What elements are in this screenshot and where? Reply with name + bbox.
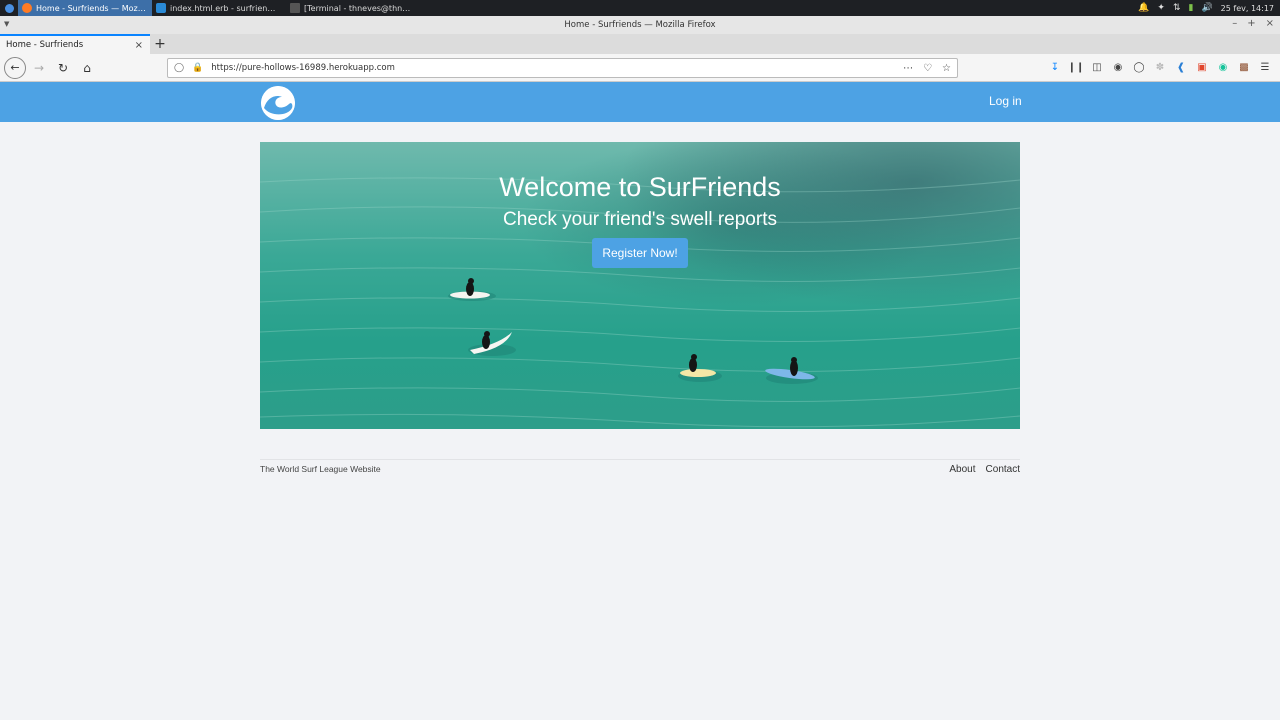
shield-icon[interactable]: ◯ — [174, 63, 184, 73]
window-menu-icon[interactable]: ▼ — [4, 20, 9, 28]
footer-divider — [260, 459, 1020, 460]
firefox-icon — [22, 3, 32, 13]
system-tray: 🔔 ✦ ⇅ ▮ 🔊 25 fev, 14:17 — [1138, 3, 1280, 13]
tab-close-icon[interactable]: × — [135, 40, 143, 51]
wave-logo-icon[interactable] — [261, 86, 295, 120]
account-icon[interactable]: ◉ — [1111, 60, 1125, 74]
extension-puzzle-icon[interactable]: ✽ — [1153, 60, 1167, 74]
footer-link-contact[interactable]: Contact — [986, 464, 1020, 475]
footer-link-about[interactable]: About — [949, 464, 975, 475]
close-window-icon[interactable]: × — [1266, 18, 1274, 29]
tab-strip: Home - Surfriends × + — [0, 34, 1280, 54]
hero-banner: Welcome to SurFriends Check your friend'… — [260, 142, 1020, 429]
extension-red-icon[interactable]: ▣ — [1195, 60, 1209, 74]
hero-title: Welcome to SurFriends — [499, 172, 781, 202]
volume-icon[interactable]: 🔊 — [1201, 3, 1212, 13]
taskbar-item-terminal[interactable]: [Terminal - thneves@thneve... — [286, 0, 420, 16]
network-icon[interactable]: ⇅ — [1173, 3, 1181, 13]
minimize-icon[interactable]: – — [1232, 18, 1237, 29]
os-taskbar: Home - Surfriends — Mozilla... index.htm… — [0, 0, 1280, 16]
bookmark-star-icon[interactable]: ☆ — [942, 63, 951, 74]
notification-bell-icon[interactable]: 🔔 — [1138, 3, 1149, 13]
navigation-toolbar: ← → ↻ ⌂ ◯ 🔒 https://pure-hollows-16989.h… — [0, 54, 1280, 82]
extension-book-icon[interactable]: ▩ — [1237, 60, 1251, 74]
extension-k-icon[interactable]: ❰ — [1174, 60, 1188, 74]
tab-title: Home - Surfriends — [6, 40, 84, 50]
taskbar-item-firefox[interactable]: Home - Surfriends — Mozilla... — [18, 0, 152, 16]
extension-circle-icon[interactable]: ◯ — [1132, 60, 1146, 74]
url-bar[interactable]: ◯ 🔒 https://pure-hollows-16989.herokuapp… — [167, 58, 958, 78]
downloads-icon[interactable]: ↧ — [1048, 60, 1062, 74]
window-titlebar: ▼ Home - Surfriends — Mozilla Firefox – … — [0, 16, 1280, 34]
vscode-icon — [156, 3, 166, 13]
grammarly-icon[interactable]: ◉ — [1216, 60, 1230, 74]
clock[interactable]: 25 fev, 14:17 — [1221, 4, 1274, 13]
reload-button[interactable]: ↻ — [52, 57, 74, 79]
register-now-button[interactable]: Register Now! — [592, 238, 688, 268]
home-button[interactable]: ⌂ — [76, 57, 98, 79]
new-tab-button[interactable]: + — [150, 34, 170, 54]
window-title: Home - Surfriends — Mozilla Firefox — [564, 20, 716, 30]
login-label: Log in — [989, 94, 1022, 108]
lock-icon[interactable]: 🔒 — [192, 63, 203, 73]
library-icon[interactable]: ❙❙ — [1068, 60, 1085, 74]
hero-subtitle: Check your friend's swell reports — [503, 209, 777, 230]
taskbar-item-vscode[interactable]: index.html.erb - surfriends - ... — [152, 0, 286, 16]
page-actions-icon[interactable]: ⋯ — [903, 63, 913, 74]
pocket-icon[interactable]: ♡ — [923, 63, 932, 74]
login-link[interactable]: Log in — [989, 94, 1022, 108]
bluetooth-icon[interactable]: ✦ — [1157, 3, 1165, 13]
footer-links: About Contact — [949, 464, 1020, 475]
battery-icon[interactable]: ▮ — [1188, 3, 1193, 13]
footer-text: The World Surf League Website — [260, 464, 381, 474]
toolbar-extensions: ↧ ❙❙ ◫ ◉ ◯ ✽ ❰ ▣ ◉ ▩ ☰ — [1048, 60, 1272, 74]
forward-button[interactable]: → — [28, 57, 50, 79]
terminal-icon — [290, 3, 300, 13]
browser-tab-home[interactable]: Home - Surfriends × — [0, 34, 150, 54]
app-menu-icon[interactable] — [0, 0, 18, 16]
back-button[interactable]: ← — [4, 56, 26, 79]
maximize-icon[interactable]: + — [1247, 18, 1255, 29]
hamburger-menu-icon[interactable]: ☰ — [1258, 60, 1272, 74]
sidebar-icon[interactable]: ◫ — [1090, 60, 1104, 74]
url-text[interactable]: https://pure-hollows-16989.herokuapp.com — [211, 63, 903, 73]
window-controls: – + × — [1232, 18, 1274, 29]
site-header: Log in — [0, 82, 1280, 122]
